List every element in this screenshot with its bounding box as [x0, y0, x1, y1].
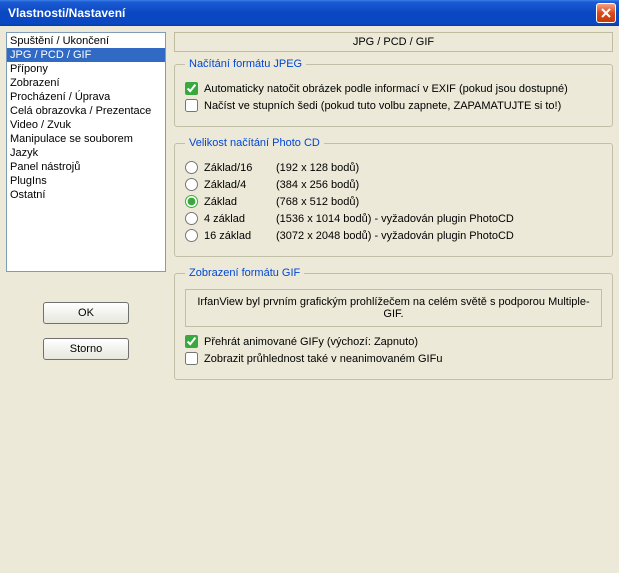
sidebar-item[interactable]: Ostatní	[7, 188, 165, 202]
close-icon	[601, 8, 611, 18]
checkbox-load-gray[interactable]: Načíst ve stupních šedi (pokud tuto volb…	[185, 99, 602, 112]
group-pcd-legend: Velikost načítání Photo CD	[185, 137, 324, 149]
client-area: Spuštění / UkončeníJPG / PCD / GIFPřípon…	[0, 26, 619, 573]
group-jpeg-legend: Načítání formátu JPEG	[185, 58, 306, 70]
radio-pcd-size-label: 4 základ	[204, 213, 270, 225]
checkbox-play-anim-label: Přehrát animované GIFy (výchozí: Zapnuto…	[204, 336, 418, 348]
sidebar-item[interactable]: Spuštění / Ukončení	[7, 34, 165, 48]
sidebar-item[interactable]: Panel nástrojů	[7, 160, 165, 174]
group-gif-legend: Zobrazení formátu GIF	[185, 267, 304, 279]
sidebar-item[interactable]: Celá obrazovka / Prezentace	[7, 104, 165, 118]
left-column: Spuštění / UkončeníJPG / PCD / GIFPřípon…	[6, 32, 166, 390]
checkbox-show-transp-label: Zobrazit průhlednost také v neanimovaném…	[204, 353, 442, 365]
checkbox-auto-rotate-input[interactable]	[185, 82, 198, 95]
radio-pcd-size-desc: (192 x 128 bodů)	[276, 162, 359, 174]
checkbox-load-gray-label: Načíst ve stupních šedi (pokud tuto volb…	[204, 100, 561, 112]
page-title: JPG / PCD / GIF	[174, 32, 613, 52]
checkbox-load-gray-input[interactable]	[185, 99, 198, 112]
radio-pcd-size-label: Základ	[204, 196, 270, 208]
settings-panel: JPG / PCD / GIF Načítání formátu JPEG Au…	[174, 32, 613, 390]
category-listbox[interactable]: Spuštění / UkončeníJPG / PCD / GIFPřípon…	[6, 32, 166, 272]
radio-pcd-size-label: 16 základ	[204, 230, 270, 242]
sidebar-item[interactable]: PlugIns	[7, 174, 165, 188]
radio-pcd-size-desc: (768 x 512 bodů)	[276, 196, 359, 208]
ok-button[interactable]: OK	[43, 302, 129, 324]
radio-pcd-size-input[interactable]	[185, 195, 198, 208]
radio-pcd-size[interactable]: Základ (768 x 512 bodů)	[185, 195, 602, 208]
radio-pcd-size-label: Základ/16	[204, 162, 270, 174]
sidebar-item[interactable]: JPG / PCD / GIF	[7, 48, 165, 62]
group-gif: Zobrazení formátu GIF IrfanView byl prvn…	[174, 267, 613, 380]
radio-pcd-size[interactable]: Základ/4 (384 x 256 bodů)	[185, 178, 602, 191]
checkbox-show-transp-input[interactable]	[185, 352, 198, 365]
radio-pcd-size-desc: (384 x 256 bodů)	[276, 179, 359, 191]
sidebar-item[interactable]: Manipulace se souborem	[7, 132, 165, 146]
window-title: Vlastnosti/Nastavení	[8, 6, 596, 20]
sidebar-item[interactable]: Video / Zvuk	[7, 118, 165, 132]
sidebar-item[interactable]: Jazyk	[7, 146, 165, 160]
group-pcd: Velikost načítání Photo CD Základ/16 (192…	[174, 137, 613, 257]
checkbox-play-anim-input[interactable]	[185, 335, 198, 348]
checkbox-play-anim[interactable]: Přehrát animované GIFy (výchozí: Zapnuto…	[185, 335, 602, 348]
radio-pcd-size-input[interactable]	[185, 229, 198, 242]
group-jpeg: Načítání formátu JPEG Automaticky natoči…	[174, 58, 613, 127]
radio-pcd-size-desc: (3072 x 2048 bodů) - vyžadován plugin Ph…	[276, 230, 514, 242]
titlebar: Vlastnosti/Nastavení	[0, 0, 619, 26]
checkbox-show-transp[interactable]: Zobrazit průhlednost také v neanimovaném…	[185, 352, 602, 365]
cancel-button[interactable]: Storno	[43, 338, 129, 360]
sidebar-item[interactable]: Zobrazení	[7, 76, 165, 90]
radio-pcd-size[interactable]: 4 základ (1536 x 1014 bodů) - vyžadován p…	[185, 212, 602, 225]
radio-pcd-size-desc: (1536 x 1014 bodů) - vyžadován plugin Ph…	[276, 213, 514, 225]
radio-pcd-size[interactable]: Základ/16 (192 x 128 bodů)	[185, 161, 602, 174]
checkbox-auto-rotate-label: Automaticky natočit obrázek podle inform…	[204, 83, 568, 95]
radio-pcd-size-input[interactable]	[185, 161, 198, 174]
sidebar-item[interactable]: Přípony	[7, 62, 165, 76]
checkbox-auto-rotate[interactable]: Automaticky natočit obrázek podle inform…	[185, 82, 602, 95]
button-stack: OK Storno	[6, 302, 166, 360]
radio-pcd-size-input[interactable]	[185, 212, 198, 225]
sidebar-item[interactable]: Procházení / Úprava	[7, 90, 165, 104]
close-button[interactable]	[596, 3, 616, 23]
radio-pcd-size-input[interactable]	[185, 178, 198, 191]
gif-info-text: IrfanView byl prvním grafickým prohlížeč…	[185, 289, 602, 327]
radio-pcd-size[interactable]: 16 základ (3072 x 2048 bodů) - vyžadován …	[185, 229, 602, 242]
radio-pcd-size-label: Základ/4	[204, 179, 270, 191]
